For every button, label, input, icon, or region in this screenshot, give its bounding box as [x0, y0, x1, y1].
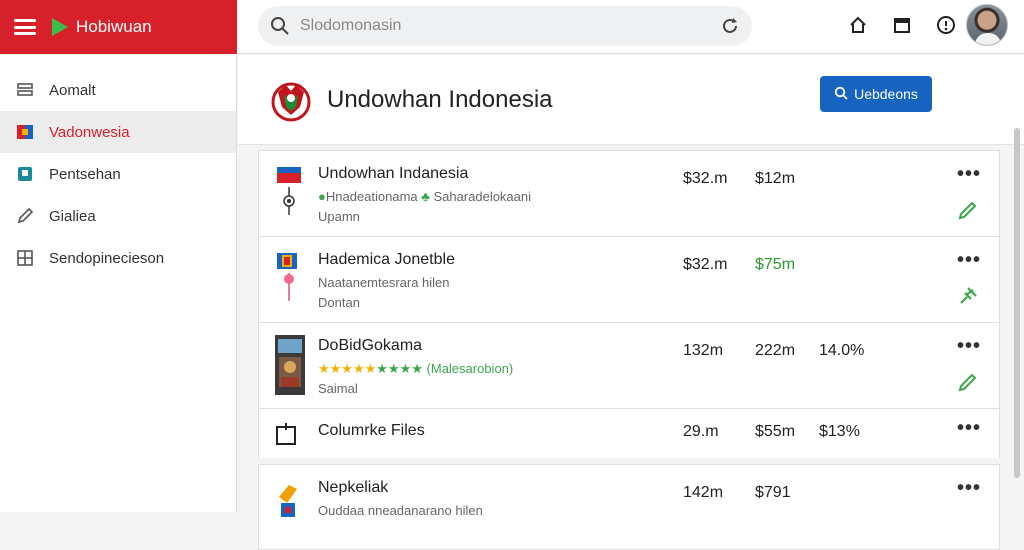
- more-options-icon[interactable]: •••: [957, 249, 981, 272]
- star-rating-green: ★★★★: [376, 361, 423, 376]
- item-value-1: 142m: [683, 484, 724, 501]
- item-value-1: $32.m: [683, 170, 728, 187]
- sidebar-item-label: Sendopinecieson: [49, 249, 165, 267]
- app-name: Hobiwuan: [76, 17, 152, 36]
- more-options-icon[interactable]: •••: [957, 163, 981, 186]
- list-item[interactable]: Columrke Files 29.m $55m $13% •••: [258, 408, 1000, 458]
- item-subtitle: Upamn: [318, 209, 360, 224]
- flag-icon: [15, 122, 35, 142]
- item-value-1: 132m: [683, 342, 724, 359]
- sidebar-item-gialiea[interactable]: Gialiea: [0, 195, 236, 237]
- item-value-1: $32.m: [683, 256, 728, 273]
- item-value-2: $12m: [755, 170, 796, 187]
- item-name: Columrke Files: [318, 422, 425, 439]
- more-options-icon[interactable]: •••: [957, 417, 981, 440]
- item-thumbnail: [275, 335, 305, 395]
- pin-icon[interactable]: [957, 285, 981, 309]
- item-thumbnail: [275, 251, 303, 307]
- list-item[interactable]: Nepkeliak Ouddaa nneadanarano hilen 142m…: [258, 464, 1000, 550]
- refresh-icon[interactable]: [720, 16, 740, 36]
- sidebar-item-label: Gialiea: [49, 207, 96, 225]
- list-item[interactable]: DoBidGokama ★★★★★★★★★ (Malesarobion) Sai…: [258, 322, 1000, 408]
- item-subtitle: Saimal: [318, 381, 358, 396]
- hamburger-menu-icon[interactable]: [14, 19, 36, 35]
- brand-header: Hobiwuan: [0, 0, 237, 54]
- leaf-icon: ♣: [421, 189, 430, 204]
- calendar-icon[interactable]: [889, 12, 915, 38]
- item-value-2: $55m: [755, 423, 796, 440]
- search-icon: [834, 86, 848, 103]
- item-name: Nepkeliak: [318, 479, 389, 496]
- star-rating: ★★★★★: [318, 361, 377, 376]
- item-value-3: $13%: [819, 423, 860, 440]
- search-icon: [270, 16, 290, 36]
- item-name: Undowhan Indanesia: [318, 165, 469, 182]
- page-header: Undowhan Indonesia Uebdeons: [238, 55, 1024, 145]
- avatar[interactable]: [966, 4, 1008, 46]
- search-input[interactable]: [300, 17, 720, 35]
- sidebar-item-aomalt[interactable]: Aomalt: [0, 69, 236, 111]
- sidebar-item-label: Vadonwesia: [49, 123, 130, 141]
- home-icon[interactable]: [845, 12, 871, 38]
- rating-label: (Malesarobion): [426, 361, 514, 376]
- item-rating: ★★★★★★★★★ (Malesarobion): [318, 361, 513, 377]
- item-thumbnail: [275, 165, 303, 221]
- layers-icon: [15, 80, 35, 100]
- sidebar-item-label: Pentsehan: [49, 165, 121, 183]
- pencil-icon: [15, 206, 35, 226]
- sidebar-item-pentsehan[interactable]: Pentsehan: [0, 153, 236, 195]
- leaf-icon: ●: [318, 189, 326, 204]
- page-title: Undowhan Indonesia: [327, 86, 553, 113]
- item-subtitle: Dontan: [318, 295, 360, 310]
- primary-action-button[interactable]: Uebdeons: [820, 76, 932, 112]
- item-meta: ●Hnadeationama ♣ Saharadelokaani: [318, 189, 532, 204]
- emblem-logo-icon: [268, 77, 314, 123]
- item-value-2: $791: [755, 484, 791, 501]
- more-options-icon[interactable]: •••: [957, 335, 981, 358]
- item-value-2: $75m: [755, 256, 796, 273]
- play-logo-icon: [52, 18, 68, 36]
- item-value-2: 222m: [755, 342, 796, 359]
- item-meta: Ouddaa nneadanarano hilen: [318, 503, 483, 518]
- more-options-icon[interactable]: •••: [957, 477, 981, 500]
- sidebar-item-vadonwesia[interactable]: Vadonwesia: [0, 111, 236, 153]
- item-name: DoBidGokama: [318, 337, 423, 354]
- item-value-1: 29.m: [683, 423, 719, 440]
- info-icon[interactable]: [933, 12, 959, 38]
- edit-pencil-icon[interactable]: [957, 199, 981, 223]
- sidebar-item-sendopinecieson[interactable]: Sendopinecieson: [0, 237, 236, 279]
- sidebar: Aomalt Vadonwesia Pentsehan Gialiea Send…: [0, 55, 237, 512]
- item-thumbnail: [275, 479, 303, 535]
- grid-icon: [15, 248, 35, 268]
- edit-pencil-icon[interactable]: [957, 371, 981, 395]
- item-meta: Naatanemtesrara hilen: [318, 275, 450, 290]
- button-label: Uebdeons: [854, 86, 918, 102]
- main-content: Undowhan Indonesia Uebdeons Undowhan Ind…: [238, 55, 1024, 550]
- file-icon: [275, 422, 297, 446]
- top-bar: Hobiwuan: [0, 0, 1024, 54]
- sidebar-item-label: Aomalt: [49, 81, 96, 99]
- list-item[interactable]: Undowhan Indanesia ●Hnadeationama ♣ Saha…: [258, 150, 1000, 236]
- item-list: Undowhan Indanesia ●Hnadeationama ♣ Saha…: [258, 150, 1000, 550]
- item-name: Hademica Jonetble: [318, 251, 455, 268]
- top-icons: [845, 12, 959, 38]
- book-icon: [15, 164, 35, 184]
- item-value-3: 14.0%: [819, 342, 865, 359]
- list-item[interactable]: Hademica Jonetble Naatanemtesrara hilen …: [258, 236, 1000, 322]
- scrollbar[interactable]: [1014, 128, 1020, 478]
- search-bar[interactable]: [258, 6, 752, 46]
